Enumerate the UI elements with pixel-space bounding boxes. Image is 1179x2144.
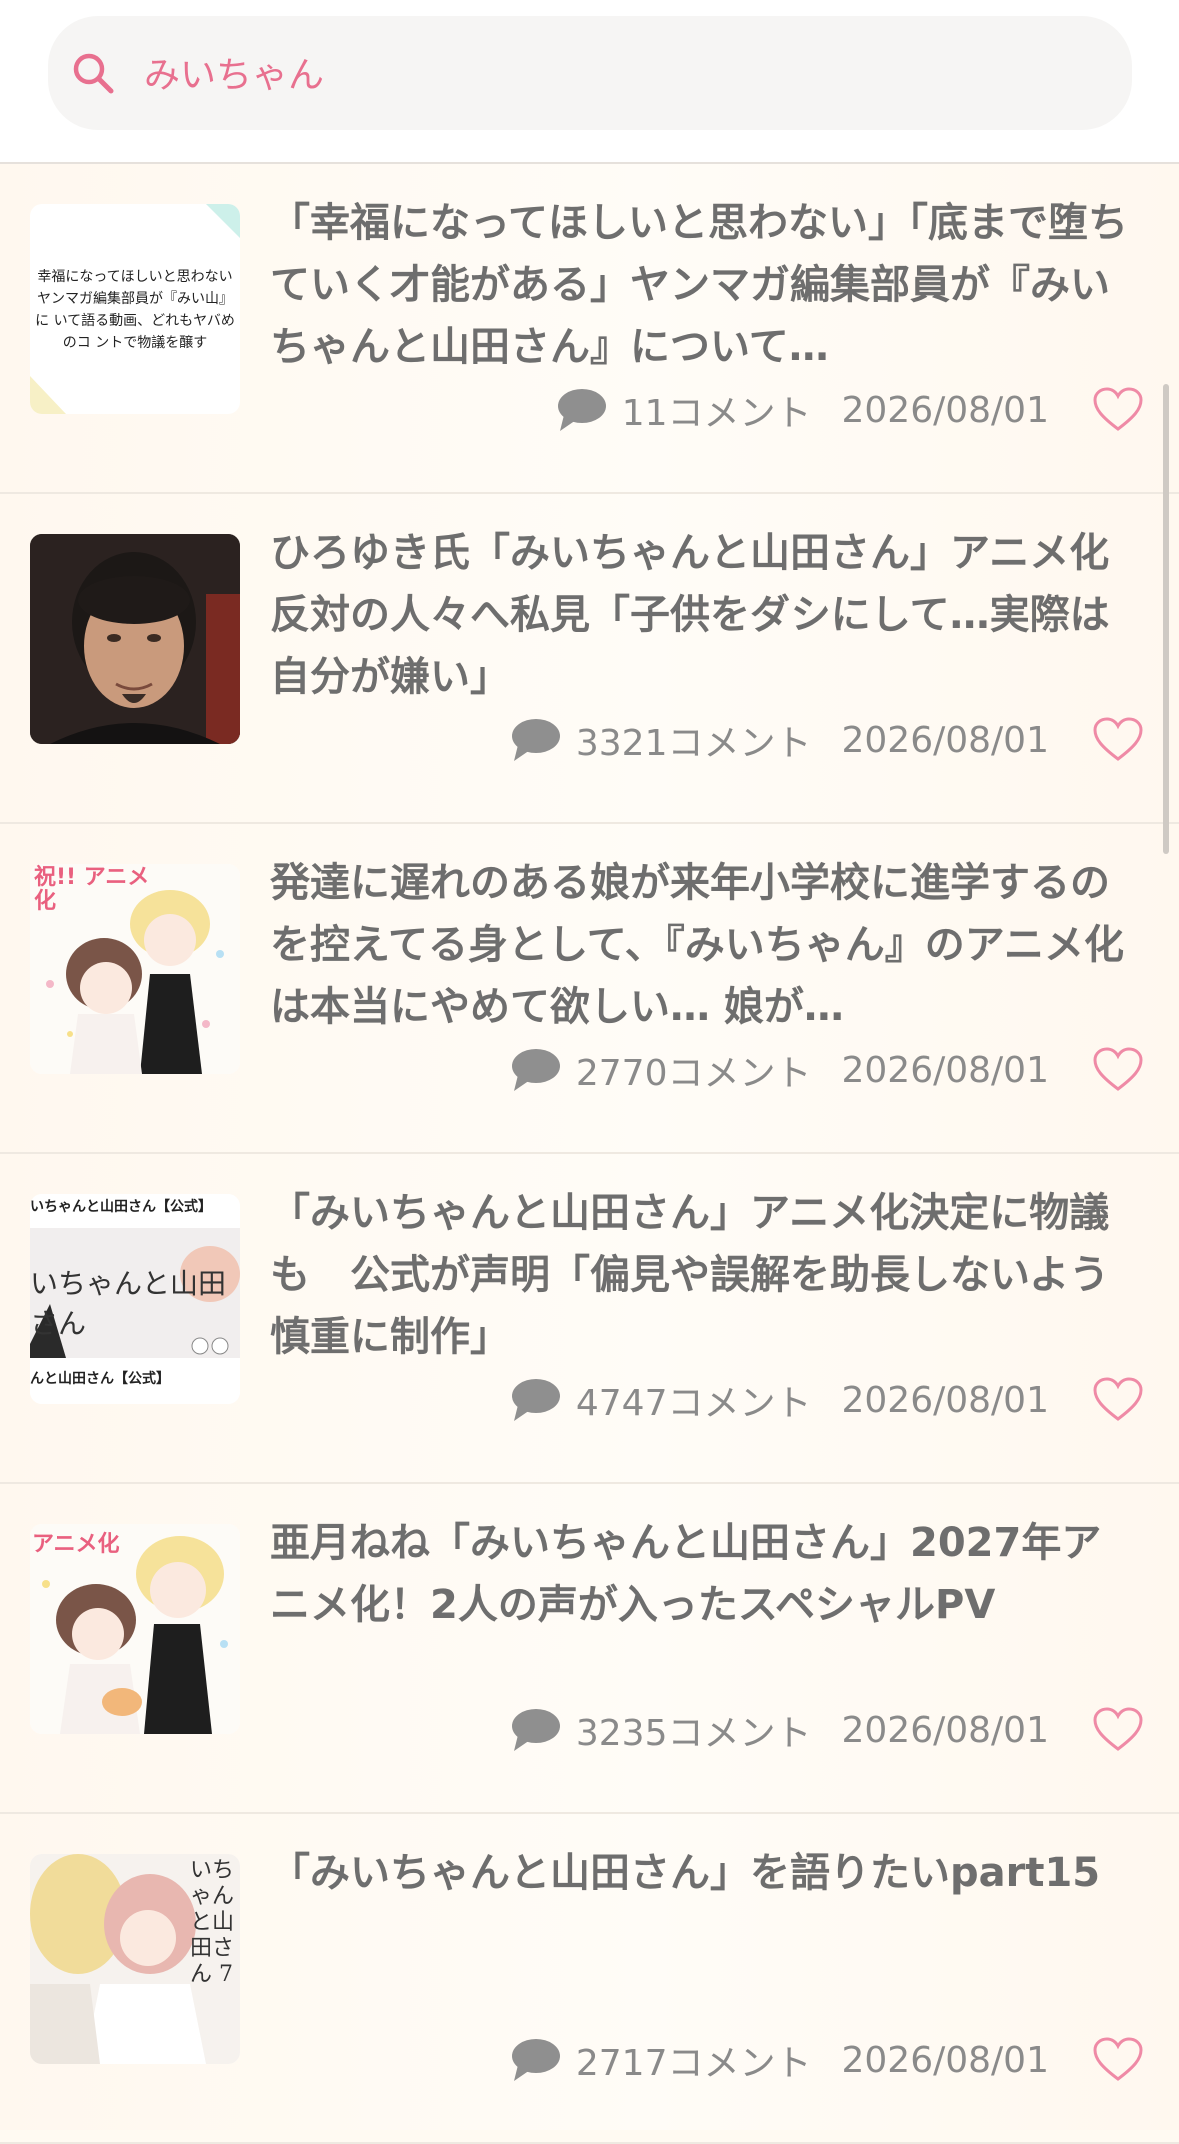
article-title[interactable]: ひろゆき氏「みいちゃんと山田さん」アニメ化反対の人々へ私見「子供をダシにして…実… [270, 522, 1128, 708]
thumbnail-caption-bottom: んと山田さん【公式】 [30, 1371, 170, 1387]
article-thumbnail[interactable] [30, 534, 240, 744]
article-row[interactable]: 祝!! アニメ化 発達に遅れのある娘が来年小学校に進学するのを控えてる身として、… [0, 824, 1179, 1154]
article-row[interactable]: 幸福になってほしいと思わない ヤンマガ編集部員が『みい山』に いて語る動画、どれ… [0, 164, 1179, 494]
article-title[interactable]: 亜月ねね「みいちゃんと山田さん」2027年アニメ化！2人の声が入ったスペシャルP… [270, 1512, 1128, 1636]
article-thumbnail[interactable]: アニメ化 [30, 1524, 240, 1734]
article-date: 2026/08/01 [841, 719, 1050, 761]
article-meta: 3235コメント 2026/08/01 [510, 1698, 1049, 1762]
comment-count: 2717コメント [575, 2043, 812, 2084]
article-title[interactable]: 「幸福になってほしいと思わない」「底まで堕ちていく才能がある」ヤンマガ編集部員が… [270, 192, 1128, 378]
article-thumbnail[interactable]: 幸福になってほしいと思わない ヤンマガ編集部員が『みい山』に いて語る動画、どれ… [30, 204, 240, 414]
heart-icon[interactable] [1092, 716, 1144, 762]
article-title[interactable]: 「みいちゃんと山田さん」を語りたいpart15 [270, 1842, 1128, 1904]
thumbnail-caption: 幸福になってほしいと思わない ヤンマガ編集部員が『みい山』に いて語る動画、どれ… [35, 269, 235, 351]
comment-icon [511, 1379, 560, 1421]
article-title[interactable]: 「みいちゃんと山田さん」アニメ化決定に物議も 公式が声明「偏見や誤解を助長しない… [270, 1182, 1128, 1368]
heart-icon[interactable] [1092, 1376, 1144, 1422]
comment-count: 4747コメント [575, 1383, 812, 1424]
article-meta: 11コメント 2026/08/01 [556, 378, 1049, 442]
comment-count: 11コメント [621, 393, 812, 434]
article-meta: 3321コメント 2026/08/01 [510, 708, 1049, 772]
article-thumbnail[interactable]: いちゃんと山田さん【公式】 いちゃんと山田さん んと山田さん【公式】 [30, 1194, 240, 1404]
article-date: 2026/08/01 [841, 1709, 1050, 1751]
comment-icon [511, 719, 560, 761]
article-row[interactable]: アニメ化 亜月ねね「みいちゃんと山田さん」2027年アニメ化！2人の声が入ったス… [0, 1484, 1179, 1814]
scrollbar[interactable] [1163, 384, 1169, 854]
thumbnail-caption-top: いちゃんと山田さん【公式】 [30, 1199, 212, 1215]
heart-icon[interactable] [1092, 386, 1144, 432]
article-date: 2026/08/01 [841, 1049, 1050, 1091]
thumbnail-caption: いちゃんと山田さん 7 [190, 1858, 235, 1987]
article-row[interactable]: ひろゆき氏「みいちゃんと山田さん」アニメ化反対の人々へ私見「子供をダシにして…実… [0, 494, 1179, 824]
comment-icon [511, 1049, 560, 1091]
article-meta: 2717コメント 2026/08/01 [510, 2028, 1049, 2092]
search-input[interactable] [144, 44, 1044, 100]
thumbnail-caption: アニメ化 [32, 1532, 120, 1557]
search-icon[interactable] [70, 50, 116, 96]
comment-icon [511, 1709, 560, 1751]
comment-icon [557, 389, 606, 431]
article-date: 2026/08/01 [841, 1379, 1050, 1421]
article-meta: 2770コメント 2026/08/01 [510, 1038, 1049, 1102]
article-title[interactable]: 発達に遅れのある娘が来年小学校に進学するのを控えてる身として、『みいちゃん』のア… [270, 852, 1128, 1038]
article-list: 幸福になってほしいと思わない ヤンマガ編集部員が『みい山』に いて語る動画、どれ… [0, 164, 1179, 2144]
thumbnail-caption: 祝!! アニメ化 [34, 865, 150, 914]
search-bar[interactable] [48, 16, 1132, 130]
comment-count: 3321コメント [575, 723, 812, 764]
comment-count: 3235コメント [575, 1713, 812, 1754]
search-header [0, 0, 1179, 164]
article-thumbnail[interactable]: いちゃんと山田さん 7 [30, 1854, 240, 2064]
article-date: 2026/08/01 [841, 389, 1050, 431]
heart-icon[interactable] [1092, 2036, 1144, 2082]
comment-count: 2770コメント [575, 1053, 812, 1094]
heart-icon[interactable] [1092, 1046, 1144, 1092]
article-date: 2026/08/01 [841, 2039, 1050, 2081]
article-row[interactable]: いちゃんと山田さん 7 「みいちゃんと山田さん」を語りたいpart15 2717… [0, 1814, 1179, 2144]
comment-icon [511, 2039, 560, 2081]
person-photo [30, 534, 240, 744]
article-row[interactable]: いちゃんと山田さん【公式】 いちゃんと山田さん んと山田さん【公式】 「みいちゃ… [0, 1154, 1179, 1484]
article-meta: 4747コメント 2026/08/01 [510, 1368, 1049, 1432]
heart-icon[interactable] [1092, 1706, 1144, 1752]
thumbnail-caption-mid: いちゃんと山田さん [30, 1267, 227, 1340]
article-thumbnail[interactable]: 祝!! アニメ化 [30, 864, 240, 1074]
